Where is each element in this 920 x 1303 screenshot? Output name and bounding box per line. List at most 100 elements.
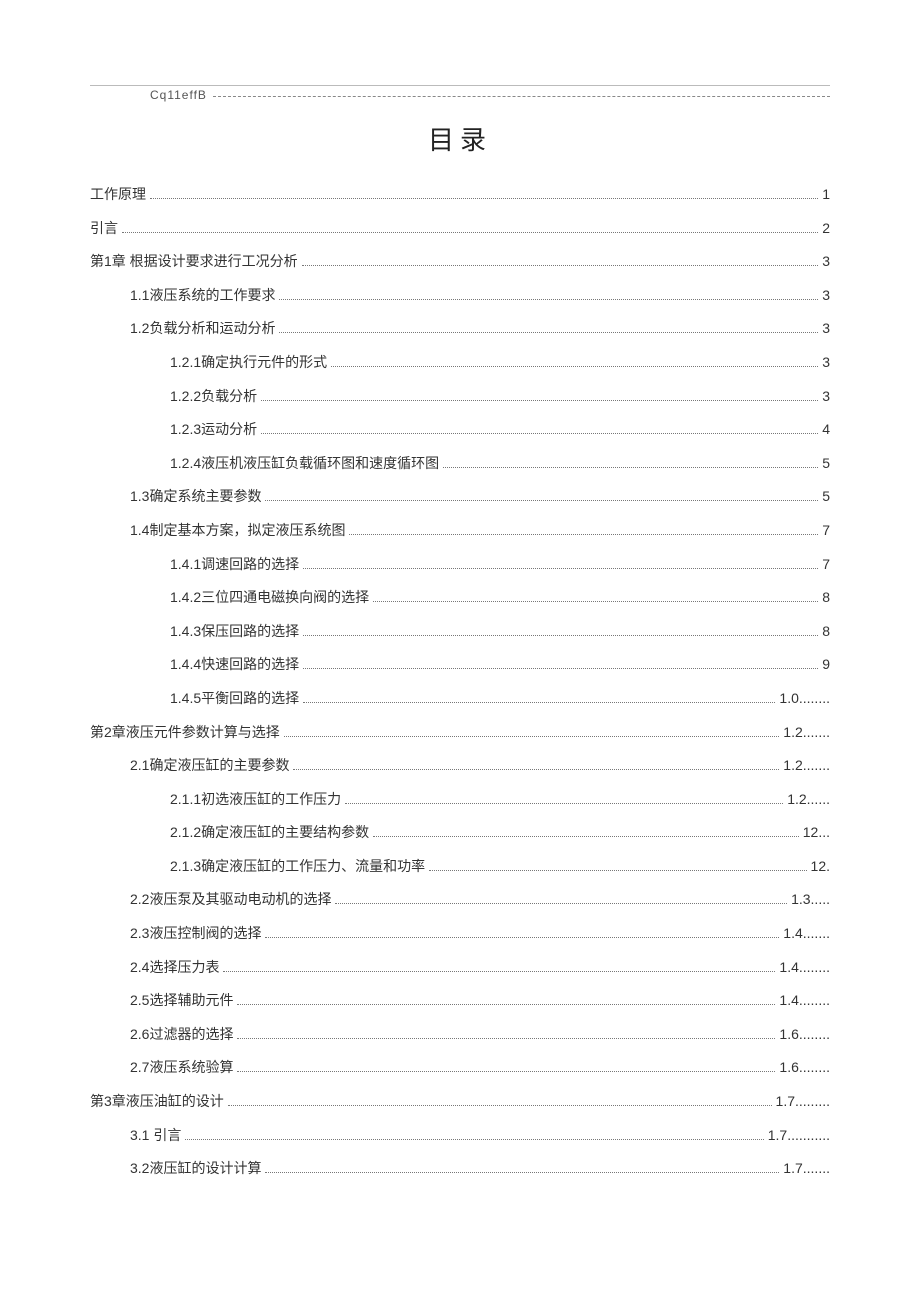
toc-entry: 3.2液压缸的设计计算1.7....... bbox=[130, 1159, 830, 1179]
toc-entry-label: 2.1.3确定液压缸的工作压力、流量和功率 bbox=[170, 857, 425, 877]
toc-leader-dots bbox=[331, 366, 818, 367]
toc-entry-page: 3 bbox=[822, 319, 830, 339]
toc-entry-label: 第3章液压油缸的设计 bbox=[90, 1092, 224, 1112]
toc-entry-page: 1.7........... bbox=[768, 1126, 830, 1146]
toc-leader-dots bbox=[303, 668, 818, 669]
toc-entry-label: 1.2.2负载分析 bbox=[170, 387, 257, 407]
toc-entry: 1.3确定系统主要参数5 bbox=[130, 487, 830, 507]
toc-entry-label: 3.1 引言 bbox=[130, 1126, 181, 1146]
toc-leader-dots bbox=[237, 1004, 775, 1005]
toc-entry: 2.5选择辅助元件1.4........ bbox=[130, 991, 830, 1011]
toc-leader-dots bbox=[303, 635, 818, 636]
header-top-rule bbox=[90, 85, 830, 86]
toc-entry-page: 8 bbox=[822, 622, 830, 642]
toc-entry: 3.1 引言 1.7........... bbox=[130, 1126, 830, 1146]
toc-entry-label: 2.2液压泵及其驱动电动机的选择 bbox=[130, 890, 331, 910]
toc-entry-page: 1.0........ bbox=[779, 689, 830, 709]
toc-entry: 1.2.2负载分析3 bbox=[170, 387, 830, 407]
toc-entry: 2.1.3确定液压缸的工作压力、流量和功率 12. bbox=[170, 857, 830, 877]
toc-entry-page: 12... bbox=[803, 823, 830, 843]
toc-entry: 1.4.5平衡回路的选择 1.0........ bbox=[170, 689, 830, 709]
toc-leader-dots bbox=[303, 702, 775, 703]
toc-leader-dots bbox=[223, 971, 775, 972]
toc-entry: 2.3液压控制阀的选择1.4....... bbox=[130, 924, 830, 944]
toc-entry: 1.2.1确定执行元件的形式 3 bbox=[170, 353, 830, 373]
toc-entry-page: 4 bbox=[822, 420, 830, 440]
toc-entry-label: 1.4.5平衡回路的选择 bbox=[170, 689, 299, 709]
toc-entry: 2.6过滤器的选择 1.6........ bbox=[130, 1025, 830, 1045]
toc-entry-page: 1.7......... bbox=[776, 1092, 830, 1112]
toc-entry-label: 1.4.4快速回路的选择 bbox=[170, 655, 299, 675]
toc-entry: 1.1液压系统的工作要求3 bbox=[130, 286, 830, 306]
toc-entry: 工作原理 1 bbox=[90, 185, 830, 205]
toc-leader-dots bbox=[429, 870, 806, 871]
toc-entry-label: 2.7液压系统验算 bbox=[130, 1058, 233, 1078]
toc-entry-page: 1 bbox=[822, 185, 830, 205]
toc-entry-label: 2.3液压控制阀的选择 bbox=[130, 924, 261, 944]
toc-entry-page: 1.2...... bbox=[787, 790, 830, 810]
table-of-contents: 工作原理1引言2第1章 根据设计要求进行工况分析31.1液压系统的工作要求31.… bbox=[90, 185, 830, 1179]
toc-entry: 2.1.2确定液压缸的主要结构参数 12... bbox=[170, 823, 830, 843]
toc-entry-label: 第2章液压元件参数计算与选择 bbox=[90, 723, 280, 743]
toc-entry: 1.4.1调速回路的选择 7 bbox=[170, 555, 830, 575]
toc-entry-label: 2.1.2确定液压缸的主要结构参数 bbox=[170, 823, 369, 843]
toc-entry: 1.4.2三位四通电磁换向阀的选择 8 bbox=[170, 588, 830, 608]
toc-entry: 1.4制定基本方案，拟定液压系统图7 bbox=[130, 521, 830, 541]
toc-entry-label: 第1章 根据设计要求进行工况分析 bbox=[90, 252, 298, 272]
toc-leader-dots bbox=[279, 332, 818, 333]
toc-entry-page: 5 bbox=[822, 487, 830, 507]
toc-entry-page: 7 bbox=[822, 521, 830, 541]
toc-leader-dots bbox=[293, 769, 779, 770]
toc-leader-dots bbox=[279, 299, 818, 300]
toc-entry-page: 12. bbox=[811, 857, 830, 877]
toc-entry-page: 3 bbox=[822, 286, 830, 306]
toc-leader-dots bbox=[349, 534, 818, 535]
toc-entry-label: 3.2液压缸的设计计算 bbox=[130, 1159, 261, 1179]
page-header: Cq11effB bbox=[90, 88, 830, 102]
toc-entry: 2.2液压泵及其驱动电动机的选择 1.3..... bbox=[130, 890, 830, 910]
toc-entry-label: 2.6过滤器的选择 bbox=[130, 1025, 233, 1045]
toc-entry: 1.2.3运动分析 4 bbox=[170, 420, 830, 440]
toc-entry-page: 1.6........ bbox=[779, 1025, 830, 1045]
toc-leader-dots bbox=[302, 265, 819, 266]
toc-entry-page: 3 bbox=[822, 353, 830, 373]
toc-leader-dots bbox=[303, 568, 818, 569]
toc-entry-page: 2 bbox=[822, 219, 830, 239]
toc-entry-page: 1.2....... bbox=[783, 723, 830, 743]
toc-entry-label: 1.4.1调速回路的选择 bbox=[170, 555, 299, 575]
toc-leader-dots bbox=[228, 1105, 772, 1106]
toc-entry-label: 1.2.4液压机液压缸负载循环图和速度循环图 bbox=[170, 454, 439, 474]
toc-leader-dots bbox=[237, 1071, 775, 1072]
toc-entry: 2.1.1初选液压缸的工作压力1.2...... bbox=[170, 790, 830, 810]
toc-entry-page: 1.4........ bbox=[779, 991, 830, 1011]
toc-entry-label: 引言 bbox=[90, 219, 118, 239]
toc-leader-dots bbox=[261, 400, 818, 401]
toc-entry-page: 7 bbox=[822, 555, 830, 575]
toc-entry-label: 1.2.3运动分析 bbox=[170, 420, 257, 440]
toc-entry-label: 1.4.2三位四通电磁换向阀的选择 bbox=[170, 588, 369, 608]
toc-leader-dots bbox=[237, 1038, 775, 1039]
toc-entry: 第1章 根据设计要求进行工况分析 3 bbox=[90, 252, 830, 272]
header-code-text: Cq11effB bbox=[90, 88, 213, 102]
toc-leader-dots bbox=[265, 500, 818, 501]
toc-leader-dots bbox=[185, 1139, 763, 1140]
header-dashed-rule bbox=[213, 96, 830, 97]
toc-entry: 2.1确定液压缸的主要参数 1.2....... bbox=[130, 756, 830, 776]
toc-entry-label: 2.4选择压力表 bbox=[130, 958, 219, 978]
toc-entry-label: 2.1确定液压缸的主要参数 bbox=[130, 756, 289, 776]
toc-entry-page: 1.2....... bbox=[783, 756, 830, 776]
toc-entry: 第3章液压油缸的设计 1.7......... bbox=[90, 1092, 830, 1112]
toc-entry-page: 1.6........ bbox=[779, 1058, 830, 1078]
toc-entry-page: 8 bbox=[822, 588, 830, 608]
toc-entry: 1.4.4快速回路的选择 9 bbox=[170, 655, 830, 675]
toc-entry-label: 工作原理 bbox=[90, 185, 146, 205]
toc-entry: 2.7液压系统验算 1.6........ bbox=[130, 1058, 830, 1078]
toc-entry-page: 3 bbox=[822, 252, 830, 272]
toc-entry-label: 1.2.1确定执行元件的形式 bbox=[170, 353, 327, 373]
document-page: Cq11effB 目录 工作原理1引言2第1章 根据设计要求进行工况分析31.1… bbox=[0, 0, 920, 1303]
toc-leader-dots bbox=[265, 1172, 779, 1173]
toc-entry-page: 1.3..... bbox=[791, 890, 830, 910]
toc-entry-page: 5 bbox=[822, 454, 830, 474]
toc-entry-page: 9 bbox=[822, 655, 830, 675]
toc-leader-dots bbox=[122, 232, 818, 233]
